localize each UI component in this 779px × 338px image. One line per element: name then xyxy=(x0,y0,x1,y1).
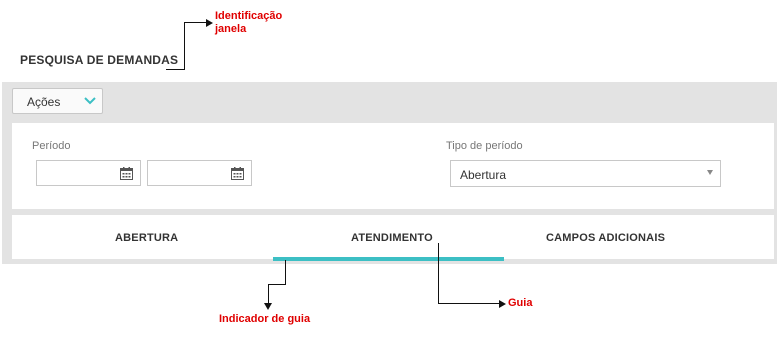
annotation-connector xyxy=(268,284,286,285)
annotation-connector xyxy=(184,22,207,23)
period-type-value: Abertura xyxy=(460,168,507,182)
annotation-window-id: Identificação janela xyxy=(215,10,295,36)
annotation-window-id-text: Identificação janela xyxy=(215,10,283,35)
annotation-connector xyxy=(438,243,439,304)
annotation-connector xyxy=(166,69,185,70)
annotation-connector xyxy=(184,22,185,70)
annotation-connector xyxy=(268,284,269,304)
tab-abertura[interactable]: ABERTURA xyxy=(115,232,178,244)
annotation-tab: Guia xyxy=(508,297,533,309)
annotation-connector xyxy=(285,260,286,284)
arrow-right-icon xyxy=(499,300,506,308)
annotation-connector xyxy=(438,303,500,304)
period-end-date-input[interactable] xyxy=(147,160,252,186)
active-tab-indicator xyxy=(273,257,504,261)
actions-label: Ações xyxy=(27,95,61,109)
calendar-icon[interactable] xyxy=(231,167,244,180)
page-title: PESQUISA DE DEMANDAS xyxy=(20,53,179,67)
calendar-icon[interactable] xyxy=(120,167,133,180)
arrow-down-icon xyxy=(264,303,272,310)
chevron-down-icon xyxy=(84,97,96,105)
tab-campos-adicionais[interactable]: CAMPOS ADICIONAIS xyxy=(546,232,665,244)
actions-dropdown-button[interactable]: Ações xyxy=(12,88,103,114)
period-type-label: Tipo de período xyxy=(446,140,523,152)
caret-down-icon xyxy=(707,170,713,175)
tab-atendimento[interactable]: ATENDIMENTO xyxy=(351,232,433,244)
arrow-right-icon xyxy=(206,19,213,27)
period-type-select[interactable]: Abertura xyxy=(450,160,721,187)
annotation-tab-indicator: Indicador de guia xyxy=(219,313,311,325)
period-start-date-input[interactable] xyxy=(36,160,141,186)
period-label: Período xyxy=(32,140,71,152)
